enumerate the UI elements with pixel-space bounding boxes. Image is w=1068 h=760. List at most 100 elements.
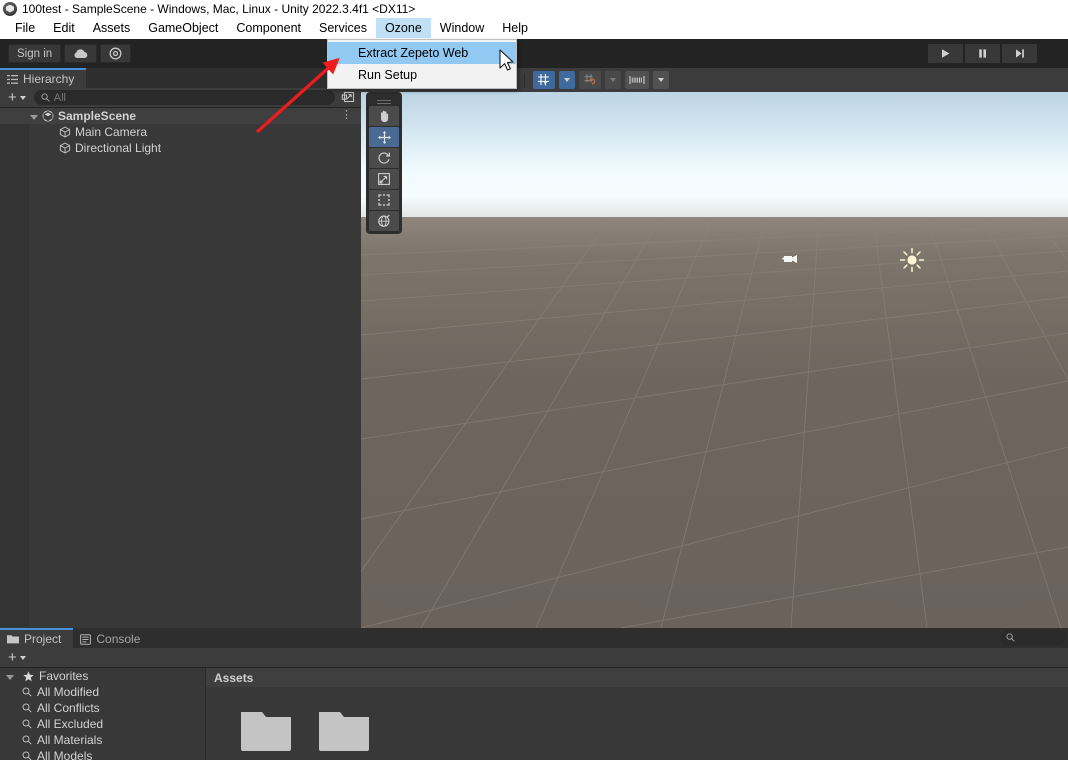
vertex-snap-dropdown[interactable] xyxy=(605,71,622,89)
breadcrumb[interactable]: Assets xyxy=(206,668,1068,687)
menu-help[interactable]: Help xyxy=(493,18,537,38)
search-icon xyxy=(22,719,32,729)
hierarchy-item-main-camera[interactable]: Main Camera xyxy=(0,124,361,140)
pause-button[interactable] xyxy=(965,44,1000,63)
scale-icon xyxy=(378,173,390,185)
gameobject-cube-icon xyxy=(59,142,71,154)
pick-object-icon[interactable] xyxy=(339,90,357,106)
asset-folder-item[interactable] xyxy=(318,707,370,751)
hierarchy-gutter xyxy=(0,108,29,627)
menu-window[interactable]: Window xyxy=(431,18,493,38)
search-icon xyxy=(22,687,32,697)
menu-assets[interactable]: Assets xyxy=(84,18,140,38)
favorite-all-models[interactable]: All Models xyxy=(0,748,205,760)
sign-in-button[interactable]: Sign in xyxy=(8,44,62,63)
asset-folder-item[interactable] xyxy=(240,707,292,751)
chevron-down-icon[interactable] xyxy=(30,114,38,120)
toolbar-divider xyxy=(524,72,526,88)
favorite-all-excluded[interactable]: All Excluded xyxy=(0,716,205,732)
hierarchy-label-main-camera: Main Camera xyxy=(75,125,148,139)
ozone-dropdown-menu: Extract Zepeto Web Run Setup xyxy=(327,39,517,89)
favorite-all-modified[interactable]: All Modified xyxy=(0,684,205,700)
plus-icon: + xyxy=(8,88,17,106)
play-button[interactable] xyxy=(928,44,963,63)
menu-item-extract-zepeto-web[interactable]: Extract Zepeto Web xyxy=(328,42,516,64)
hierarchy-item-samplescene[interactable]: SampleScene ⋮ xyxy=(0,108,361,124)
hierarchy-tree: SampleScene ⋮ Main Camera Directional Li… xyxy=(0,108,361,627)
tab-hierarchy[interactable]: Hierarchy xyxy=(0,68,87,88)
hierarchy-search-input[interactable]: All xyxy=(33,90,335,105)
scale-tool-button[interactable] xyxy=(369,169,399,189)
project-search-input[interactable] xyxy=(1000,630,1066,645)
tab-project[interactable]: Project xyxy=(0,628,74,648)
menu-file[interactable]: File xyxy=(6,18,44,38)
favorite-all-conflicts[interactable]: All Conflicts xyxy=(0,700,205,716)
console-icon xyxy=(80,633,92,645)
project-create-button[interactable]: + xyxy=(4,648,30,666)
favorites-label: Favorites xyxy=(39,669,89,683)
folder-icon xyxy=(7,635,19,644)
transform-globe-icon xyxy=(378,214,390,227)
menu-edit[interactable]: Edit xyxy=(44,18,84,38)
palette-drag-handle[interactable] xyxy=(369,95,399,105)
directional-light-gizmo[interactable] xyxy=(899,247,925,273)
hierarchy-context-menu-icon[interactable]: ⋮ xyxy=(341,110,352,121)
hand-icon xyxy=(381,110,389,123)
project-tab-row: Project Console xyxy=(0,628,1068,648)
move-tool-button[interactable] xyxy=(369,127,399,147)
tab-console[interactable]: Console xyxy=(73,628,153,648)
scene-canvas[interactable] xyxy=(361,92,1068,628)
hierarchy-label-samplescene: SampleScene xyxy=(58,109,137,123)
vertex-snap-toggle[interactable] xyxy=(579,71,602,89)
scene-tool-palette xyxy=(366,92,402,234)
cloud-icon[interactable] xyxy=(64,44,98,63)
favorite-label: All Conflicts xyxy=(37,701,100,715)
rect-tool-button[interactable] xyxy=(369,190,399,210)
search-icon xyxy=(41,93,50,102)
project-panel: Project Console + Favorites All Modified… xyxy=(0,628,1068,760)
menu-item-run-setup[interactable]: Run Setup xyxy=(328,64,516,86)
svg-text:Y: Y xyxy=(544,81,548,87)
tab-hierarchy-label: Hierarchy xyxy=(23,72,75,86)
chevron-down-icon xyxy=(19,95,26,100)
search-icon xyxy=(1006,633,1015,642)
tab-project-label: Project xyxy=(24,632,62,646)
main-camera-gizmo[interactable] xyxy=(779,249,805,269)
menu-component[interactable]: Component xyxy=(227,18,310,38)
hierarchy-toolbar: + All xyxy=(0,88,361,108)
step-button[interactable] xyxy=(1002,44,1037,63)
favorites-group[interactable]: Favorites xyxy=(0,668,205,684)
grid-snap-icon: Y xyxy=(538,74,550,87)
menu-gameobject[interactable]: GameObject xyxy=(139,18,227,38)
search-icon xyxy=(22,735,32,745)
grid-snap-toggle[interactable]: Y xyxy=(533,71,556,89)
rect-transform-icon xyxy=(378,194,390,206)
favorite-label: All Materials xyxy=(37,733,103,747)
hierarchy-search-text: All xyxy=(53,91,66,104)
menu-ozone[interactable]: Ozone xyxy=(375,18,431,38)
gear-icon[interactable] xyxy=(100,44,132,63)
favorite-all-materials[interactable]: All Materials xyxy=(0,732,205,748)
title-bar: 100test - SampleScene - Windows, Mac, Li… xyxy=(0,0,1068,17)
chevron-down-icon[interactable] xyxy=(6,674,14,680)
transform-tool-button[interactable] xyxy=(369,211,399,231)
hierarchy-item-directional-light[interactable]: Directional Light xyxy=(0,140,361,156)
project-toolbar: + xyxy=(0,630,1068,668)
menu-services[interactable]: Services xyxy=(310,18,376,38)
move-arrows-icon xyxy=(377,130,391,144)
scene-grid xyxy=(361,217,1068,628)
increment-snap-toggle[interactable] xyxy=(625,71,650,89)
hand-tool-button[interactable] xyxy=(369,106,399,126)
increment-snap-dropdown[interactable] xyxy=(653,71,670,89)
hierarchy-icon xyxy=(7,74,18,84)
create-gameobject-button[interactable]: + xyxy=(4,88,30,106)
unity-logo-icon xyxy=(3,1,17,16)
plus-icon: + xyxy=(8,648,17,666)
hierarchy-tab-row: Hierarchy xyxy=(0,68,361,88)
asset-grid xyxy=(206,687,1068,751)
unity-editor-window: 100test - SampleScene - Windows, Mac, Li… xyxy=(0,0,1068,760)
chevron-down-icon xyxy=(658,78,665,82)
rotate-tool-button[interactable] xyxy=(369,148,399,168)
vertex-snap-icon xyxy=(584,74,596,85)
grid-snap-dropdown[interactable] xyxy=(559,71,576,89)
